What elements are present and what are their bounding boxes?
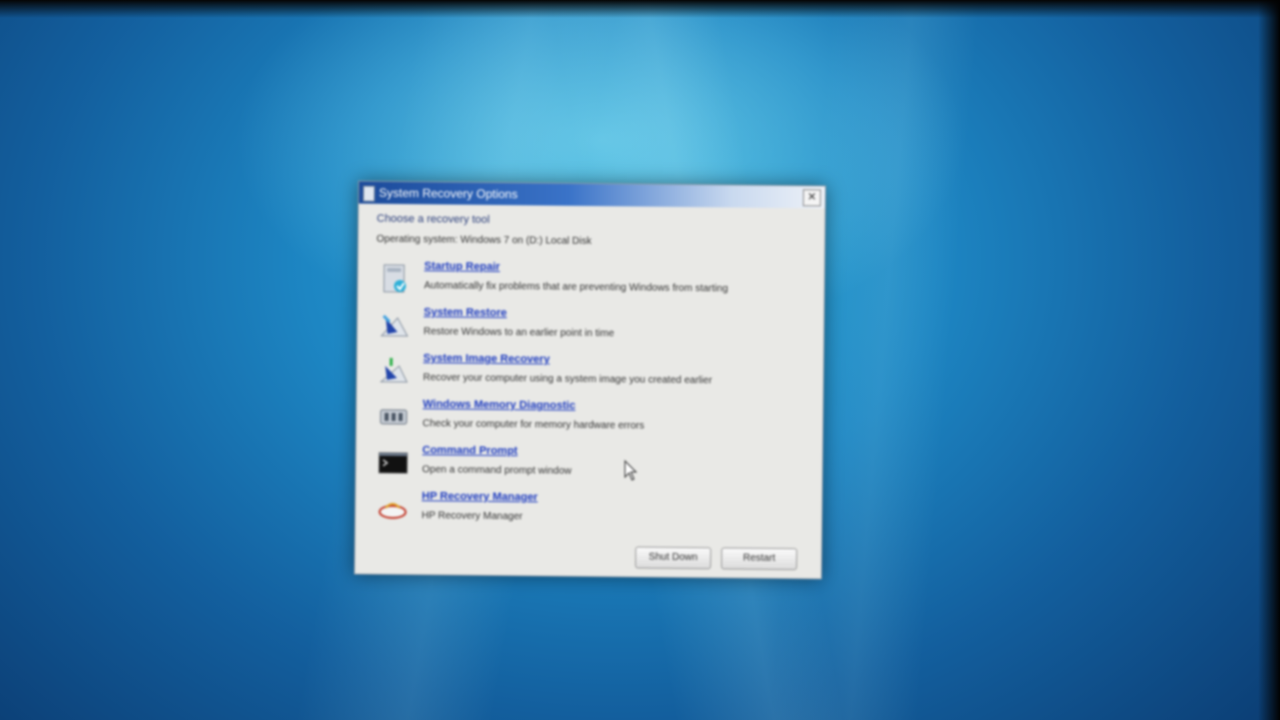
startup-repair-icon — [383, 264, 406, 293]
system-restore-icon — [380, 314, 409, 337]
dialog-heading: Choose a recovery tool — [376, 212, 490, 226]
shut-down-button[interactable]: Shut Down — [635, 546, 712, 570]
close-button[interactable]: ✕ — [802, 189, 822, 207]
startup-repair-link[interactable]: Startup Repair — [424, 260, 500, 273]
command-prompt-icon — [378, 452, 408, 474]
system-image-recovery-link[interactable]: System Image Recovery — [423, 352, 550, 365]
dialog-titlebar[interactable]: System Recovery Options ✕ — [358, 181, 826, 209]
command-prompt-link[interactable]: Command Prompt — [422, 444, 517, 457]
operating-system-line: Operating system: Windows 7 on (D:) Loca… — [376, 233, 592, 248]
memory-diagnostic-link[interactable]: Windows Memory Diagnostic — [423, 398, 576, 412]
memory-diagnostic-description: Check your computer for memory hardware … — [422, 418, 645, 432]
startup-repair-description: Automatically fix problems that are prev… — [423, 280, 729, 295]
command-prompt-description: Open a command prompt window — [421, 464, 572, 477]
tool-startup-repair[interactable]: Startup Repair Automatically fix problem… — [378, 260, 798, 306]
system-restore-link[interactable]: System Restore — [424, 306, 507, 319]
window-icon — [362, 185, 376, 202]
monitor-bezel-right — [1258, 0, 1280, 720]
system-image-recovery-icon — [379, 357, 408, 383]
hp-recovery-manager-link[interactable]: HP Recovery Manager — [422, 490, 538, 503]
memory-diagnostic-icon — [380, 409, 408, 425]
tool-command-prompt[interactable]: Command Prompt Open a command prompt win… — [376, 444, 796, 490]
monitor-bezel-top — [0, 0, 1280, 18]
hp-recovery-manager-description: HP Recovery Manager — [421, 510, 523, 523]
system-recovery-options-dialog: System Recovery Options ✕ Choose a recov… — [353, 180, 827, 580]
tool-windows-memory-diagnostic[interactable]: Windows Memory Diagnostic Check your com… — [376, 398, 796, 444]
mouse-pointer-icon — [624, 460, 638, 481]
restart-button[interactable]: Restart — [721, 547, 798, 571]
tool-system-image-recovery[interactable]: System Image Recovery Recover your compu… — [377, 352, 797, 398]
system-image-recovery-description: Recover your computer using a system ima… — [422, 372, 713, 387]
tool-system-restore[interactable]: System Restore Restore Windows to an ear… — [377, 306, 797, 352]
hp-recovery-icon — [378, 502, 407, 519]
system-restore-description: Restore Windows to an earlier point in t… — [423, 326, 615, 340]
tool-hp-recovery-manager[interactable]: HP Recovery Manager HP Recovery Manager — [375, 490, 795, 536]
dialog-title: System Recovery Options — [378, 185, 518, 202]
desktop-background: System Recovery Options ✕ Choose a recov… — [0, 0, 1280, 720]
